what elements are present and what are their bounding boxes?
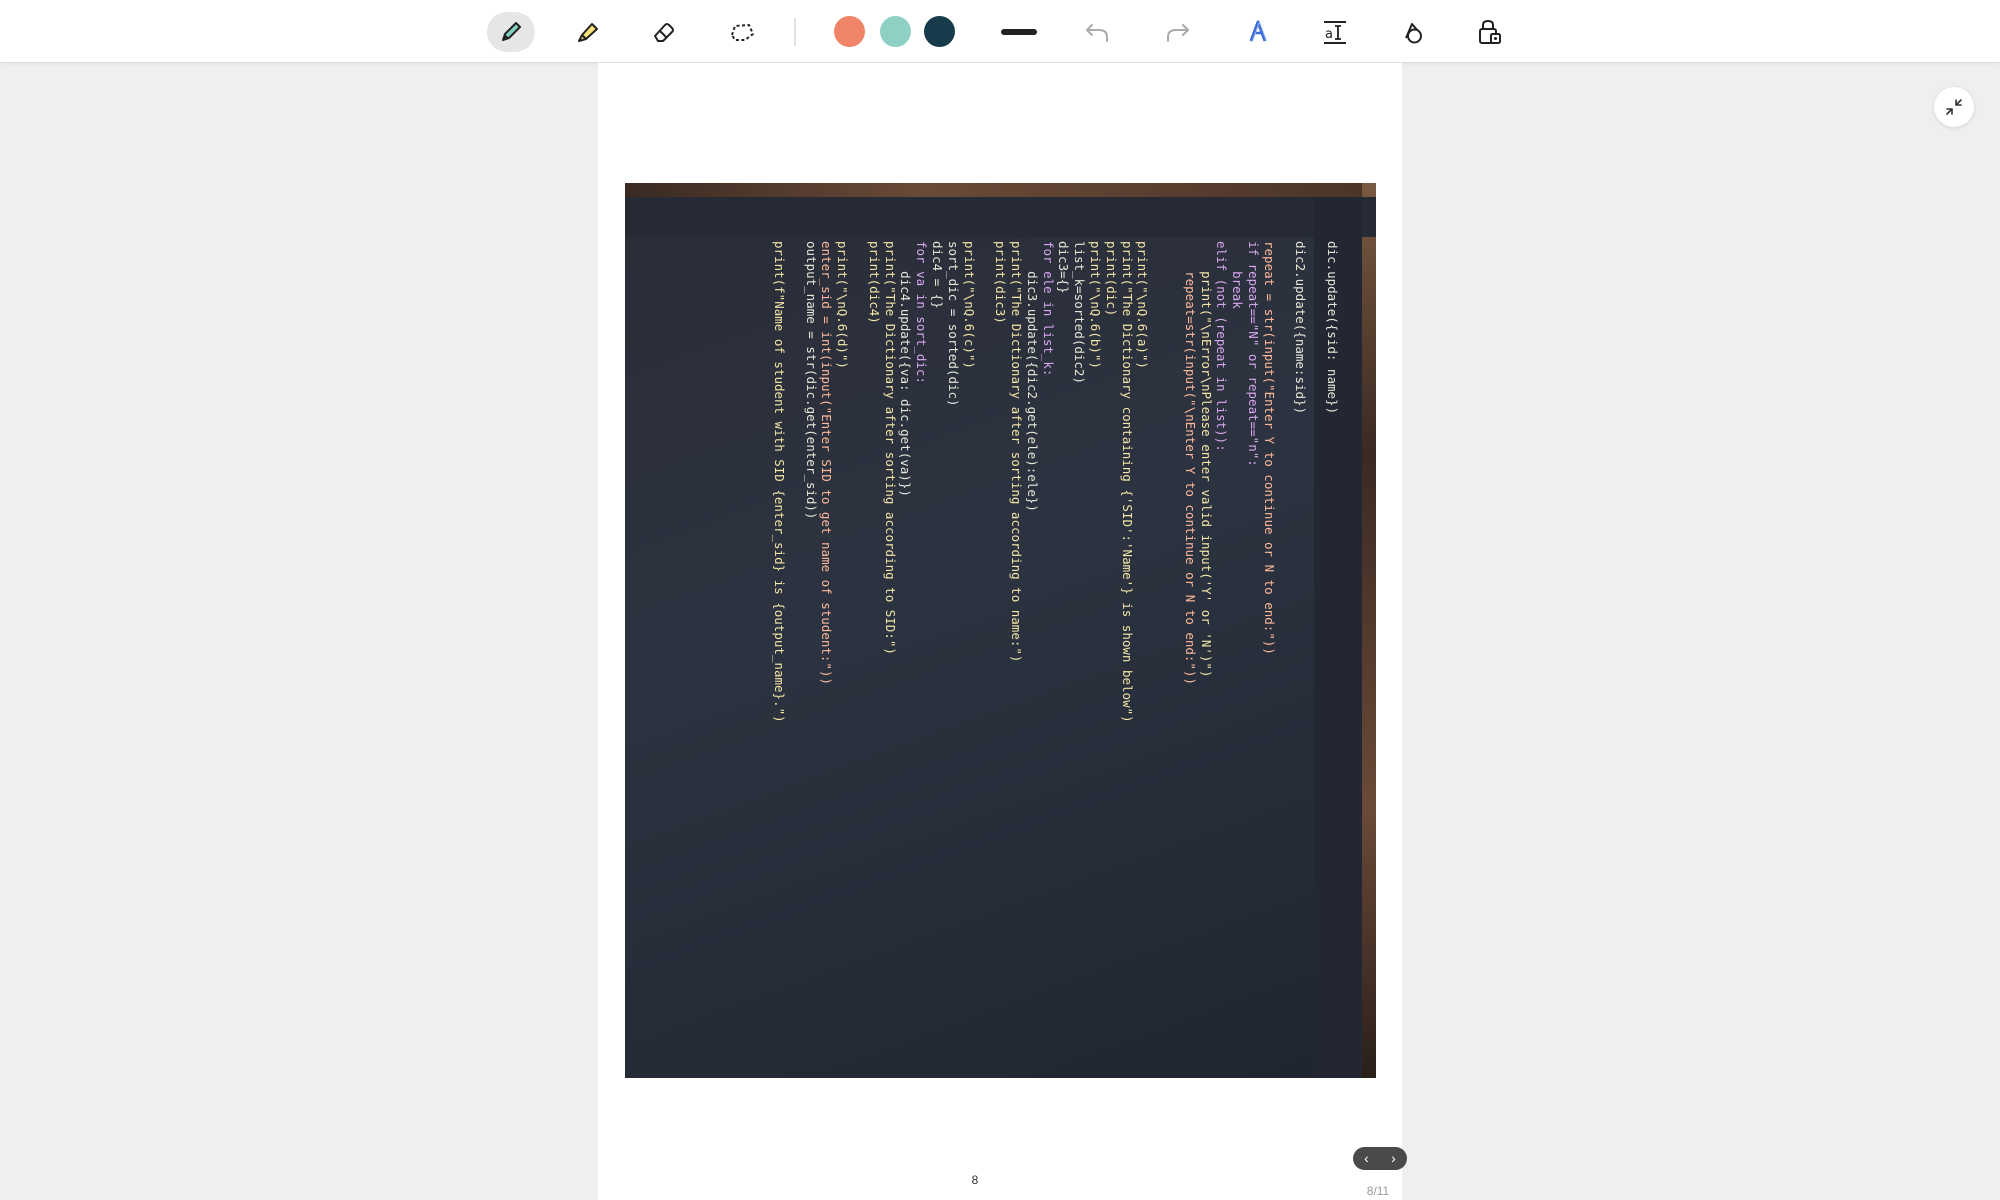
toolbar-divider: [794, 18, 796, 46]
code-line: print("\nQ.6(d)"): [835, 241, 851, 369]
exit-fullscreen-button[interactable]: [1934, 87, 1974, 127]
stroke-width-icon: [1001, 29, 1037, 35]
code-line: print("\nQ.6(a)"): [1135, 241, 1151, 369]
shapes-button[interactable]: [1388, 12, 1436, 52]
shapes-icon: [1405, 23, 1422, 44]
code-line: enter_sid = int(input("Enter SID to get …: [819, 241, 835, 686]
code-line: print(dic3): [993, 241, 1009, 324]
code-line: dic.update({sid: name}): [1325, 241, 1340, 415]
eraser-tool-button[interactable]: [640, 12, 688, 52]
code-line: print(dic): [1103, 241, 1119, 317]
redo-button[interactable]: [1154, 12, 1202, 52]
photo-background-edge-right: [1362, 183, 1376, 1078]
highlighter-tool-button[interactable]: [564, 12, 612, 52]
code-line: print("The Dictionary after sorting acco…: [1009, 241, 1025, 663]
code-line: repeat = str(input("Enter Y to continue …: [1261, 241, 1277, 655]
lasso-tool-button[interactable]: [718, 12, 766, 52]
code-line: dic3.update({dic2.get(ele):ele}): [1024, 241, 1040, 512]
undo-button[interactable]: [1073, 12, 1121, 52]
redo-icon: [1167, 24, 1189, 42]
code-line: repeat=str(input("\nEnter Y to continue …: [1182, 241, 1198, 686]
editor-toolbar-strip: [625, 197, 1376, 237]
code-line: dic3={}: [1056, 241, 1072, 294]
code-line: print(f"Name of student with SID {enter_…: [772, 241, 788, 723]
code-line: list_k=sorted(dic2): [1072, 241, 1088, 384]
highlighter-icon: [578, 23, 598, 42]
code-line: print("\nQ.6(b)"): [1088, 241, 1104, 369]
code-line: break: [1230, 241, 1246, 309]
pen-icon: [502, 22, 521, 41]
code-line: sort_dic = sorted(dic): [945, 241, 961, 407]
code-line: print(dic4): [866, 241, 882, 324]
code-line: print("The Dictionary containing {'SID':…: [1119, 241, 1135, 723]
page-number: 8: [971, 1173, 979, 1187]
page-count: 8/11: [1366, 1184, 1390, 1198]
code-line: print("The Dictionary after sorting acco…: [882, 241, 898, 655]
code-line: print("\nError\nPlease enter valid input…: [1198, 241, 1214, 678]
color-swatch-navy[interactable]: [924, 16, 955, 47]
stroke-width-button[interactable]: [995, 12, 1043, 52]
code-line: for va in sort_dic:: [914, 241, 930, 384]
code-line: output_name = str(dic.get(enter_sid)): [803, 241, 819, 520]
lock-button[interactable]: [1466, 12, 1514, 52]
code-line: dic2.update({name:sid}): [1293, 241, 1309, 415]
code-line: elif (not (repeat in list)):: [1214, 241, 1230, 452]
previous-page-button[interactable]: ‹: [1356, 1147, 1378, 1170]
text-recognition-icon: [1249, 20, 1267, 42]
code-line: dic4 = {}: [930, 241, 946, 309]
code-line: if repeat=="N" or repeat=="n":: [1246, 241, 1262, 467]
code-area: dic.update({sid: name}) dic2.update({nam…: [685, 241, 1340, 1061]
code-line: dic4.update({va: dic.get(va)}): [898, 241, 914, 497]
code-line: for ele in list_k:: [1040, 241, 1056, 377]
undo-icon: [1086, 24, 1108, 42]
svg-text:a: a: [1325, 27, 1333, 42]
code-lines: dic.update({sid: name}) dic2.update({nam…: [771, 241, 1340, 1061]
text-format-icon: a: [1324, 21, 1346, 44]
annotation-toolbar: a: [0, 0, 2000, 63]
photo-background-edge: [625, 183, 1376, 197]
color-swatch-coral[interactable]: [834, 16, 865, 47]
photo-of-code-screen: dic.update({sid: name}) dic2.update({nam…: [625, 183, 1376, 1078]
text-recognition-button[interactable]: [1234, 12, 1282, 52]
text-format-button[interactable]: a: [1311, 12, 1359, 52]
eraser-icon: [654, 23, 674, 42]
next-page-button[interactable]: ›: [1383, 1147, 1405, 1170]
page-navigation: ‹ ›: [1353, 1147, 1407, 1170]
pen-tool-button[interactable]: [487, 12, 535, 52]
code-line: print("\nQ.6(c)"): [961, 241, 977, 369]
lasso-icon: [731, 24, 754, 41]
lock-icon: [1479, 19, 1501, 44]
color-swatch-teal[interactable]: [880, 16, 911, 47]
collapse-icon: [1946, 99, 1962, 115]
